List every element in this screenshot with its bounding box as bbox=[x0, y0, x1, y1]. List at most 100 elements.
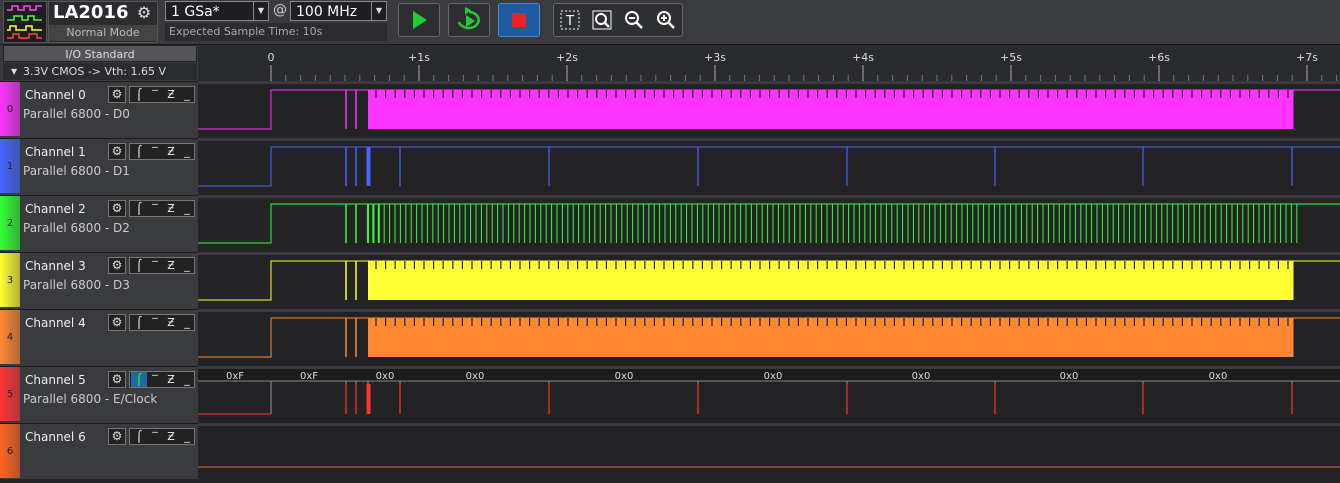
channel-name[interactable]: Channel 0 bbox=[25, 88, 86, 102]
decode-label: 0x0 bbox=[466, 371, 485, 382]
rising-edge-icon[interactable]: ⌠ bbox=[131, 315, 147, 330]
channel-separator bbox=[198, 81, 1340, 84]
waveform-plot[interactable]: 0 +1s +2s +3s +4s +5s +6s +7s 0xF 0xF 0x0 0x0 0x0 0x0… bbox=[198, 45, 1340, 479]
rising-edge-icon[interactable]: ⌠ bbox=[131, 87, 147, 102]
low-level-icon[interactable]: _ bbox=[179, 315, 195, 330]
high-level-icon[interactable]: ‾ bbox=[147, 87, 163, 102]
falling-edge-icon[interactable]: Ƶ bbox=[163, 315, 179, 330]
channel-number: 6 bbox=[6, 446, 14, 457]
trigger-selector[interactable]: ⌠ ‾ Ƶ _ bbox=[129, 257, 195, 274]
trigger-selector[interactable]: ⌠ ‾ Ƶ _ bbox=[129, 143, 195, 160]
trigger-selector[interactable]: ⌠ ‾ Ƶ _ bbox=[129, 314, 195, 331]
rising-edge-icon[interactable]: ⌠ bbox=[131, 429, 147, 444]
decode-label: 0x0 bbox=[912, 371, 931, 382]
waveform-canvas[interactable]: 0 +1s +2s +3s +4s +5s +6s +7s 0xF 0xF 0x0 0x0 0x0 0x0… bbox=[198, 45, 1340, 479]
falling-edge-icon[interactable]: Ƶ bbox=[163, 87, 179, 102]
low-level-icon[interactable]: _ bbox=[179, 87, 195, 102]
channel-row[interactable]: 4 Channel 4 ⚙ ⌠ ‾ Ƶ _ bbox=[0, 309, 198, 364]
rising-edge-icon[interactable]: ⌠ bbox=[131, 372, 147, 387]
channel-row[interactable]: 6 Channel 6 ⚙ ⌠ ‾ Ƶ _ bbox=[0, 423, 198, 478]
falling-edge-icon[interactable]: Ƶ bbox=[163, 201, 179, 216]
decode-label: 0xF bbox=[226, 371, 244, 382]
stop-icon bbox=[512, 13, 526, 27]
channel-row[interactable]: 5 Channel 5 Parallel 6800 - E/Clock ⚙ ⌠ … bbox=[0, 366, 198, 421]
channel-gear-icon[interactable]: ⚙ bbox=[108, 257, 126, 274]
bandwidth-select[interactable]: 100 MHz ▼ bbox=[290, 1, 387, 21]
chevron-down-icon: ▼ bbox=[371, 2, 386, 20]
device-mode: Normal Mode bbox=[49, 25, 157, 41]
falling-edge-icon[interactable]: Ƶ bbox=[163, 372, 179, 387]
device-name: LA2016 bbox=[53, 2, 129, 23]
repeat-run-button[interactable] bbox=[448, 3, 490, 37]
channel-row[interactable]: 1 Channel 1 Parallel 6800 - D1 ⚙ ⌠ ‾ Ƶ _ bbox=[0, 138, 198, 193]
high-level-icon[interactable]: ‾ bbox=[147, 372, 163, 387]
low-level-icon[interactable]: _ bbox=[179, 372, 195, 387]
falling-edge-icon[interactable]: Ƶ bbox=[163, 258, 179, 273]
device-gear-icon[interactable]: ⚙ bbox=[135, 4, 153, 22]
channel-separator bbox=[198, 366, 1340, 369]
low-level-icon[interactable]: _ bbox=[179, 429, 195, 444]
trigger-selector[interactable]: ⌠ ‾ Ƶ _ bbox=[129, 200, 195, 217]
channel-name[interactable]: Channel 1 bbox=[25, 145, 86, 159]
zoom-tool-icon[interactable] bbox=[590, 9, 614, 31]
zoom-in-icon[interactable] bbox=[654, 9, 678, 31]
sample-rate-select[interactable]: 1 GSa* ▼ bbox=[165, 1, 269, 21]
channel-name[interactable]: Channel 5 bbox=[25, 373, 86, 387]
high-level-icon[interactable]: ‾ bbox=[147, 258, 163, 273]
channel-separator bbox=[198, 195, 1340, 198]
high-level-icon[interactable]: ‾ bbox=[147, 201, 163, 216]
ruler-label: +4s bbox=[852, 51, 874, 64]
channel-number: 5 bbox=[6, 389, 14, 400]
high-level-icon[interactable]: ‾ bbox=[147, 315, 163, 330]
channel-gear-icon[interactable]: ⚙ bbox=[108, 86, 126, 103]
loop-icon bbox=[457, 7, 480, 30]
triangle-down-icon: ▼ bbox=[11, 67, 18, 76]
tool-group: T bbox=[553, 3, 683, 37]
trigger-selector[interactable]: ⌠ ‾ Ƶ _ bbox=[129, 428, 195, 445]
ruler-label: 0 bbox=[268, 51, 275, 64]
low-level-icon[interactable]: _ bbox=[179, 258, 195, 273]
rising-edge-icon[interactable]: ⌠ bbox=[131, 144, 147, 159]
rising-edge-icon[interactable]: ⌠ bbox=[131, 201, 147, 216]
falling-edge-icon[interactable]: Ƶ bbox=[163, 429, 179, 444]
low-level-icon[interactable]: _ bbox=[179, 201, 195, 216]
trigger-selector[interactable]: ⌠ ‾ Ƶ _ bbox=[129, 86, 195, 103]
falling-edge-icon[interactable]: Ƶ bbox=[163, 144, 179, 159]
zoom-out-icon[interactable] bbox=[622, 9, 646, 31]
toolbar: LA2016 ⚙ Normal Mode 1 GSa* ▼ @ 100 MHz … bbox=[0, 0, 1340, 45]
channel-gear-icon[interactable]: ⚙ bbox=[108, 428, 126, 445]
high-level-icon[interactable]: ‾ bbox=[147, 429, 163, 444]
high-level-icon[interactable]: ‾ bbox=[147, 144, 163, 159]
channel-name[interactable]: Channel 3 bbox=[25, 259, 86, 273]
channel-subtitle: Parallel 6800 - E/Clock bbox=[23, 392, 158, 406]
waveform-trace bbox=[198, 203, 1340, 244]
channel-name[interactable]: Channel 6 bbox=[25, 430, 86, 444]
trigger-selector[interactable]: ⌠ ‾ Ƶ _ bbox=[129, 371, 195, 388]
device-panel[interactable]: LA2016 ⚙ Normal Mode bbox=[48, 1, 158, 43]
channel-name[interactable]: Channel 4 bbox=[25, 316, 86, 330]
channel-name[interactable]: Channel 2 bbox=[25, 202, 86, 216]
sample-rate-value: 1 GSa* bbox=[171, 4, 220, 20]
channel-number: 0 bbox=[6, 104, 14, 115]
channel-number: 1 bbox=[6, 161, 14, 172]
chevron-down-icon: ▼ bbox=[253, 2, 268, 20]
rising-edge-icon[interactable]: ⌠ bbox=[131, 258, 147, 273]
channel-number: 2 bbox=[6, 218, 14, 229]
channel-gear-icon[interactable]: ⚙ bbox=[108, 314, 126, 331]
channel-gear-icon[interactable]: ⚙ bbox=[108, 200, 126, 217]
run-button[interactable] bbox=[398, 3, 440, 37]
channel-subtitle: Parallel 6800 - D1 bbox=[23, 164, 130, 178]
channel-separator bbox=[198, 138, 1340, 141]
channel-separator bbox=[198, 423, 1340, 426]
io-standard-select[interactable]: ▼ 3.3V CMOS -> Vth: 1.65 V bbox=[3, 63, 197, 80]
low-level-icon[interactable]: _ bbox=[179, 144, 195, 159]
stop-button[interactable] bbox=[498, 3, 540, 37]
channel-row[interactable]: 0 Channel 0 Parallel 6800 - D0 ⚙ ⌠ ‾ Ƶ _ bbox=[0, 81, 198, 136]
channel-gear-icon[interactable]: ⚙ bbox=[108, 371, 126, 388]
channel-row[interactable]: 3 Channel 3 Parallel 6800 - D3 ⚙ ⌠ ‾ Ƶ _ bbox=[0, 252, 198, 307]
ruler-label: +6s bbox=[1148, 51, 1170, 64]
ruler-label: +1s bbox=[408, 51, 430, 64]
channel-row[interactable]: 2 Channel 2 Parallel 6800 - D2 ⚙ ⌠ ‾ Ƶ _ bbox=[0, 195, 198, 250]
channel-gear-icon[interactable]: ⚙ bbox=[108, 143, 126, 160]
text-tool-icon[interactable]: T bbox=[558, 9, 582, 31]
